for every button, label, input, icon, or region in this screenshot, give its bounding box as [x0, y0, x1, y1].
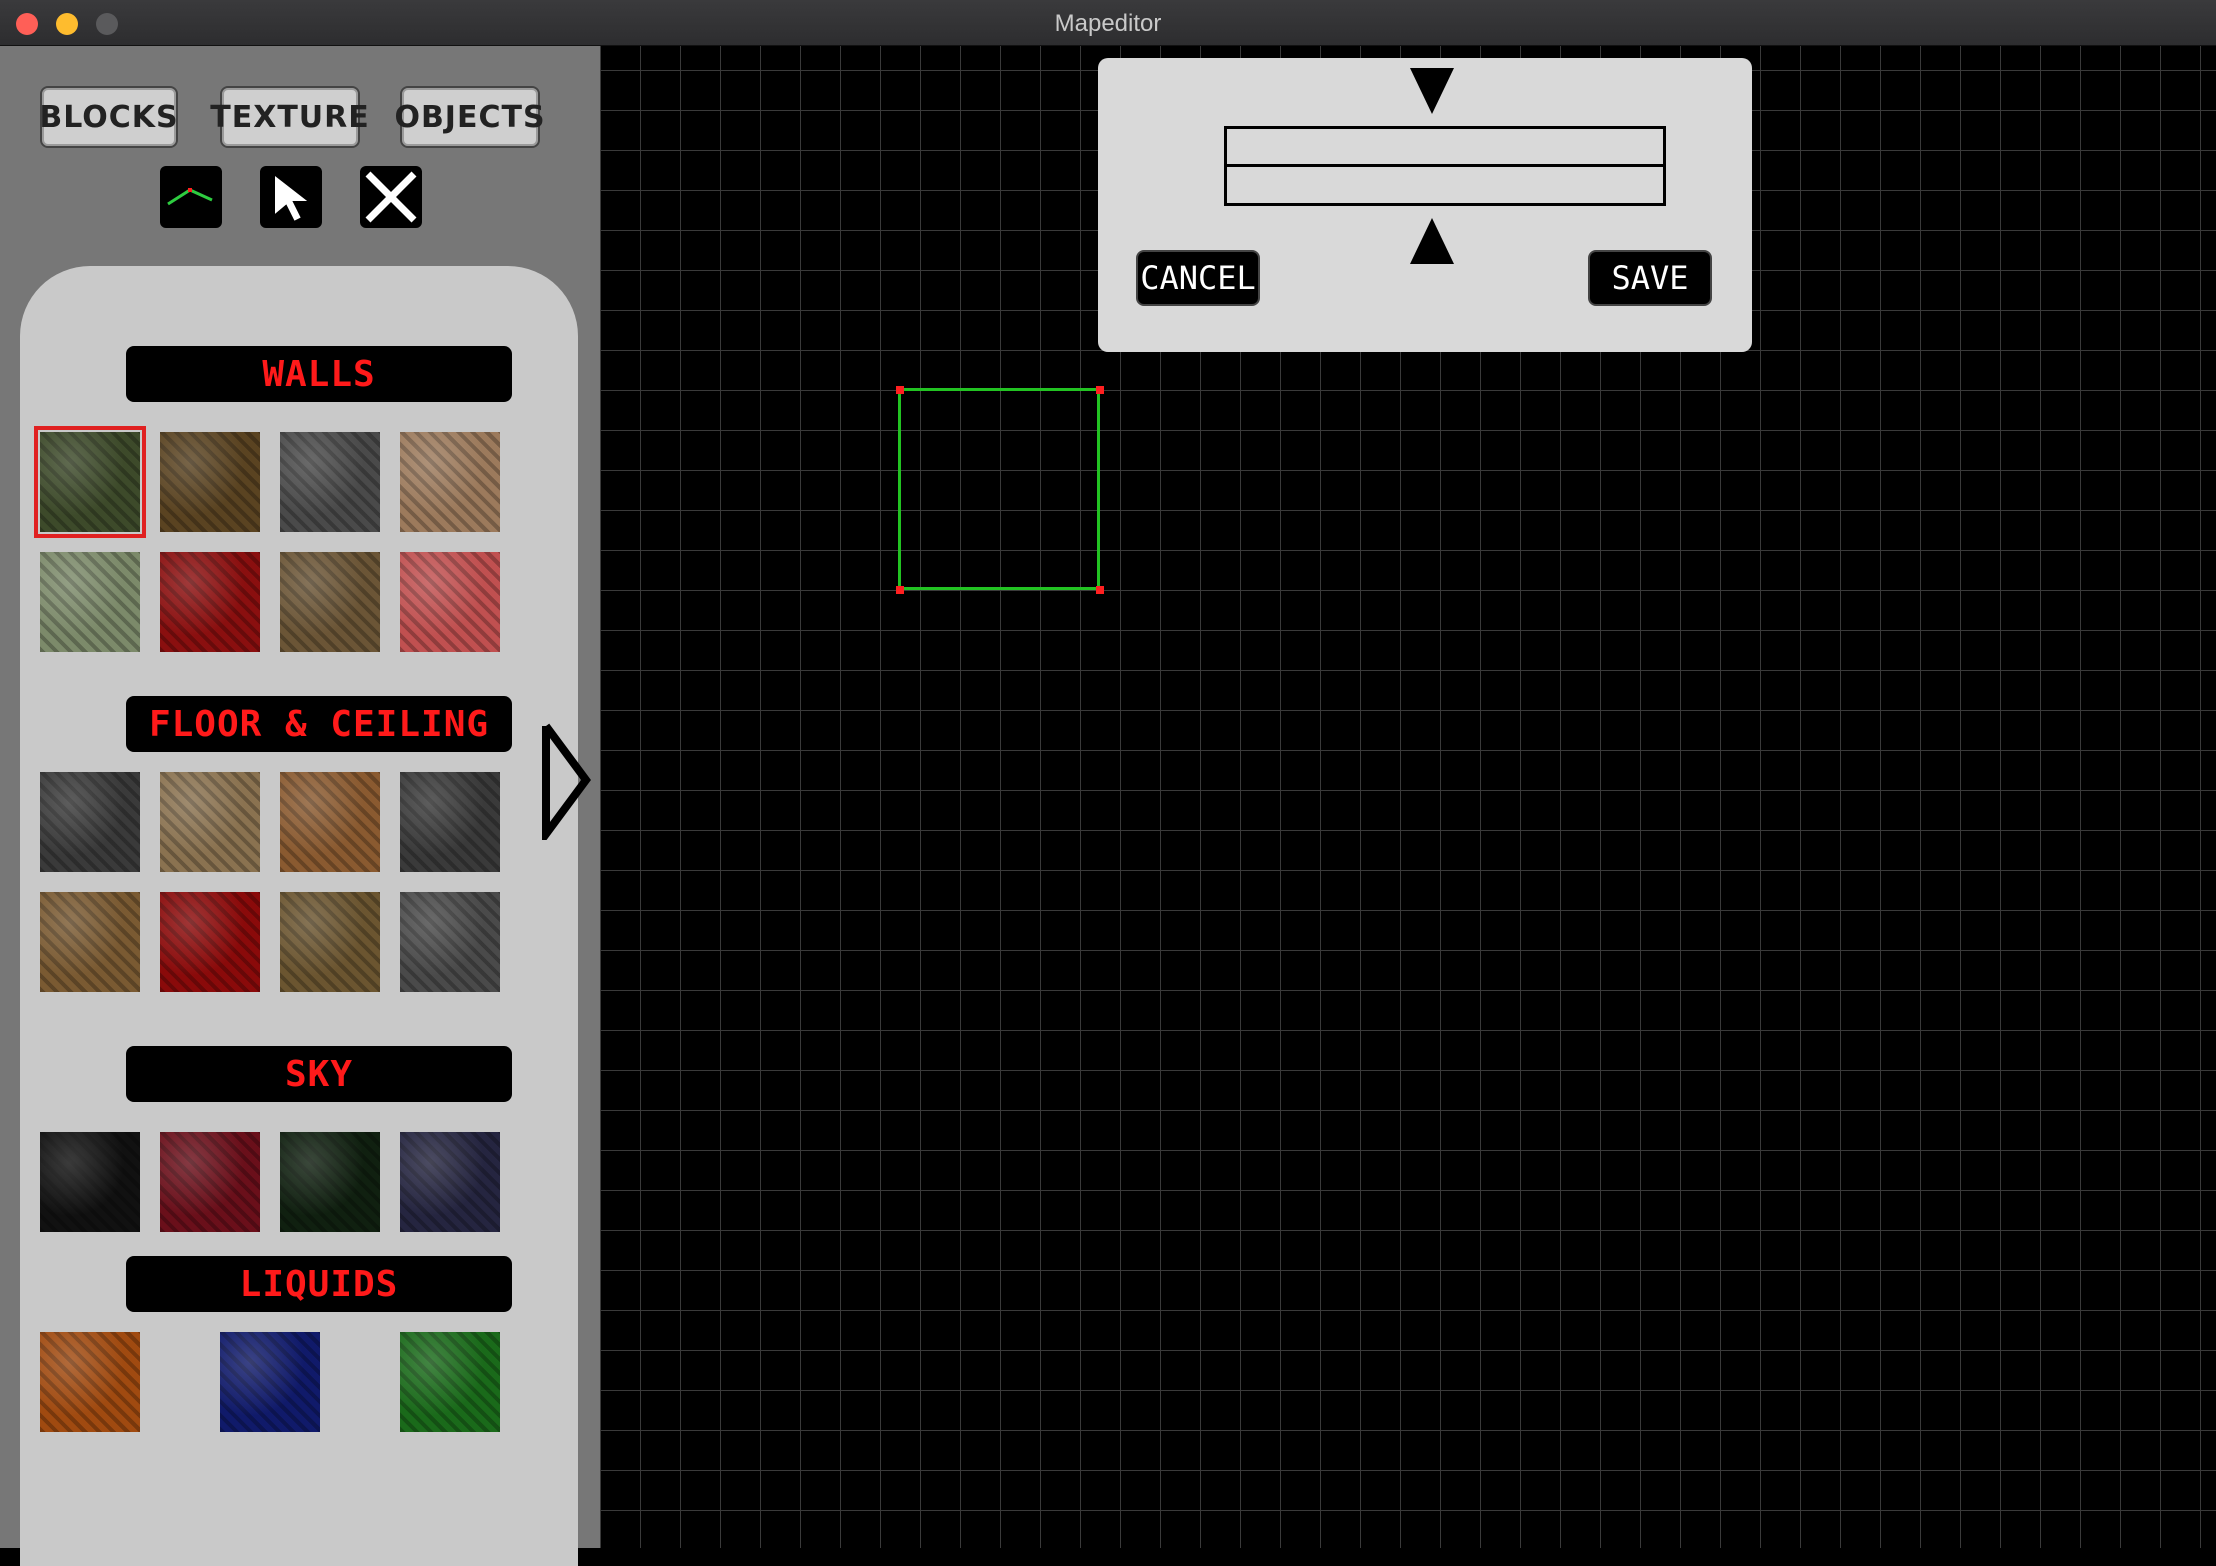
tab-objects[interactable]: OBJECTS [394, 86, 545, 148]
sky-texture-tile[interactable] [400, 1132, 500, 1232]
floor-height-field[interactable] [1224, 164, 1666, 206]
wall-texture-tile[interactable] [160, 552, 260, 652]
floor-texture-tile[interactable] [160, 772, 260, 872]
draw-line-icon [167, 188, 213, 206]
floor-texture-tile[interactable] [400, 892, 500, 992]
wall-texture-tile[interactable] [40, 552, 140, 652]
vertex-handle[interactable] [1096, 586, 1104, 594]
texture-palette: WALLS FLOOR & CEILING SKY LIQUIDS [20, 266, 591, 1566]
section-header-walls: WALLS [126, 346, 512, 402]
close-icon [365, 171, 417, 223]
floor-texture-tile[interactable] [400, 772, 500, 872]
save-button[interactable]: SAVE [1588, 250, 1712, 306]
wall-texture-tile[interactable] [400, 552, 500, 652]
selected-sector-outline[interactable] [898, 388, 1100, 590]
cancel-button[interactable]: CANCEL [1136, 250, 1260, 306]
liquid-texture-tile[interactable] [220, 1332, 320, 1432]
height-edit-dialog: CANCEL SAVE [1098, 58, 1752, 352]
wall-texture-tile[interactable] [34, 426, 146, 538]
arrow-up-icon[interactable] [1408, 216, 1456, 266]
wall-texture-tile[interactable] [400, 432, 500, 532]
floor-texture-tile[interactable] [40, 772, 140, 872]
next-page-arrow-icon[interactable] [540, 720, 592, 840]
side-panel: BLOCKS TEXTURE OBJECTS WALLS FLOOR & CEI… [0, 46, 600, 1566]
tab-texture[interactable]: TEXTURE [210, 86, 369, 148]
draw-line-button[interactable] [160, 166, 222, 228]
vertex-handle[interactable] [1096, 386, 1104, 394]
floor-texture-tile[interactable] [280, 892, 380, 992]
section-header-sky: SKY [126, 1046, 512, 1102]
title-bar: Mapeditor [0, 0, 2216, 46]
liquid-texture-tile[interactable] [400, 1332, 500, 1432]
window-title: Mapeditor [1054, 10, 1162, 37]
section-header-liquids: LIQUIDS [126, 1256, 512, 1312]
wall-texture-tile[interactable] [280, 432, 380, 532]
vertex-handle[interactable] [896, 386, 904, 394]
liquid-texture-tile[interactable] [40, 1332, 140, 1432]
floor-texture-tile[interactable] [160, 892, 260, 992]
wall-texture-tile[interactable] [160, 432, 260, 532]
ceiling-height-field[interactable] [1224, 126, 1666, 168]
section-header-floor-ceiling: FLOOR & CEILING [126, 696, 512, 752]
tab-blocks[interactable]: BLOCKS [39, 86, 178, 148]
arrow-down-icon[interactable] [1408, 66, 1456, 116]
floor-texture-tile[interactable] [280, 772, 380, 872]
floor-texture-tile[interactable] [40, 892, 140, 992]
sky-texture-tile[interactable] [160, 1132, 260, 1232]
sky-texture-tile[interactable] [280, 1132, 380, 1232]
pointer-icon [273, 171, 313, 224]
select-tool-button[interactable] [260, 166, 322, 228]
sky-texture-tile[interactable] [40, 1132, 140, 1232]
vertex-handle[interactable] [896, 586, 904, 594]
delete-tool-button[interactable] [360, 166, 422, 228]
wall-texture-tile[interactable] [280, 552, 380, 652]
